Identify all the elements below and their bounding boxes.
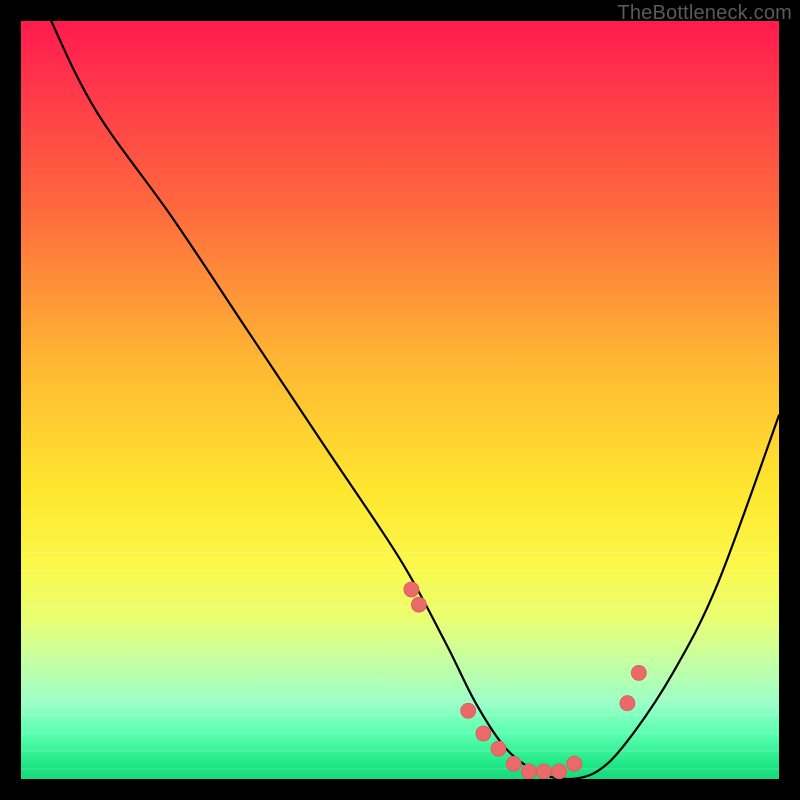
attribution-label: TheBottleneck.com xyxy=(617,2,792,25)
chart-frame xyxy=(21,21,779,779)
chart-gradient-background xyxy=(21,21,779,779)
